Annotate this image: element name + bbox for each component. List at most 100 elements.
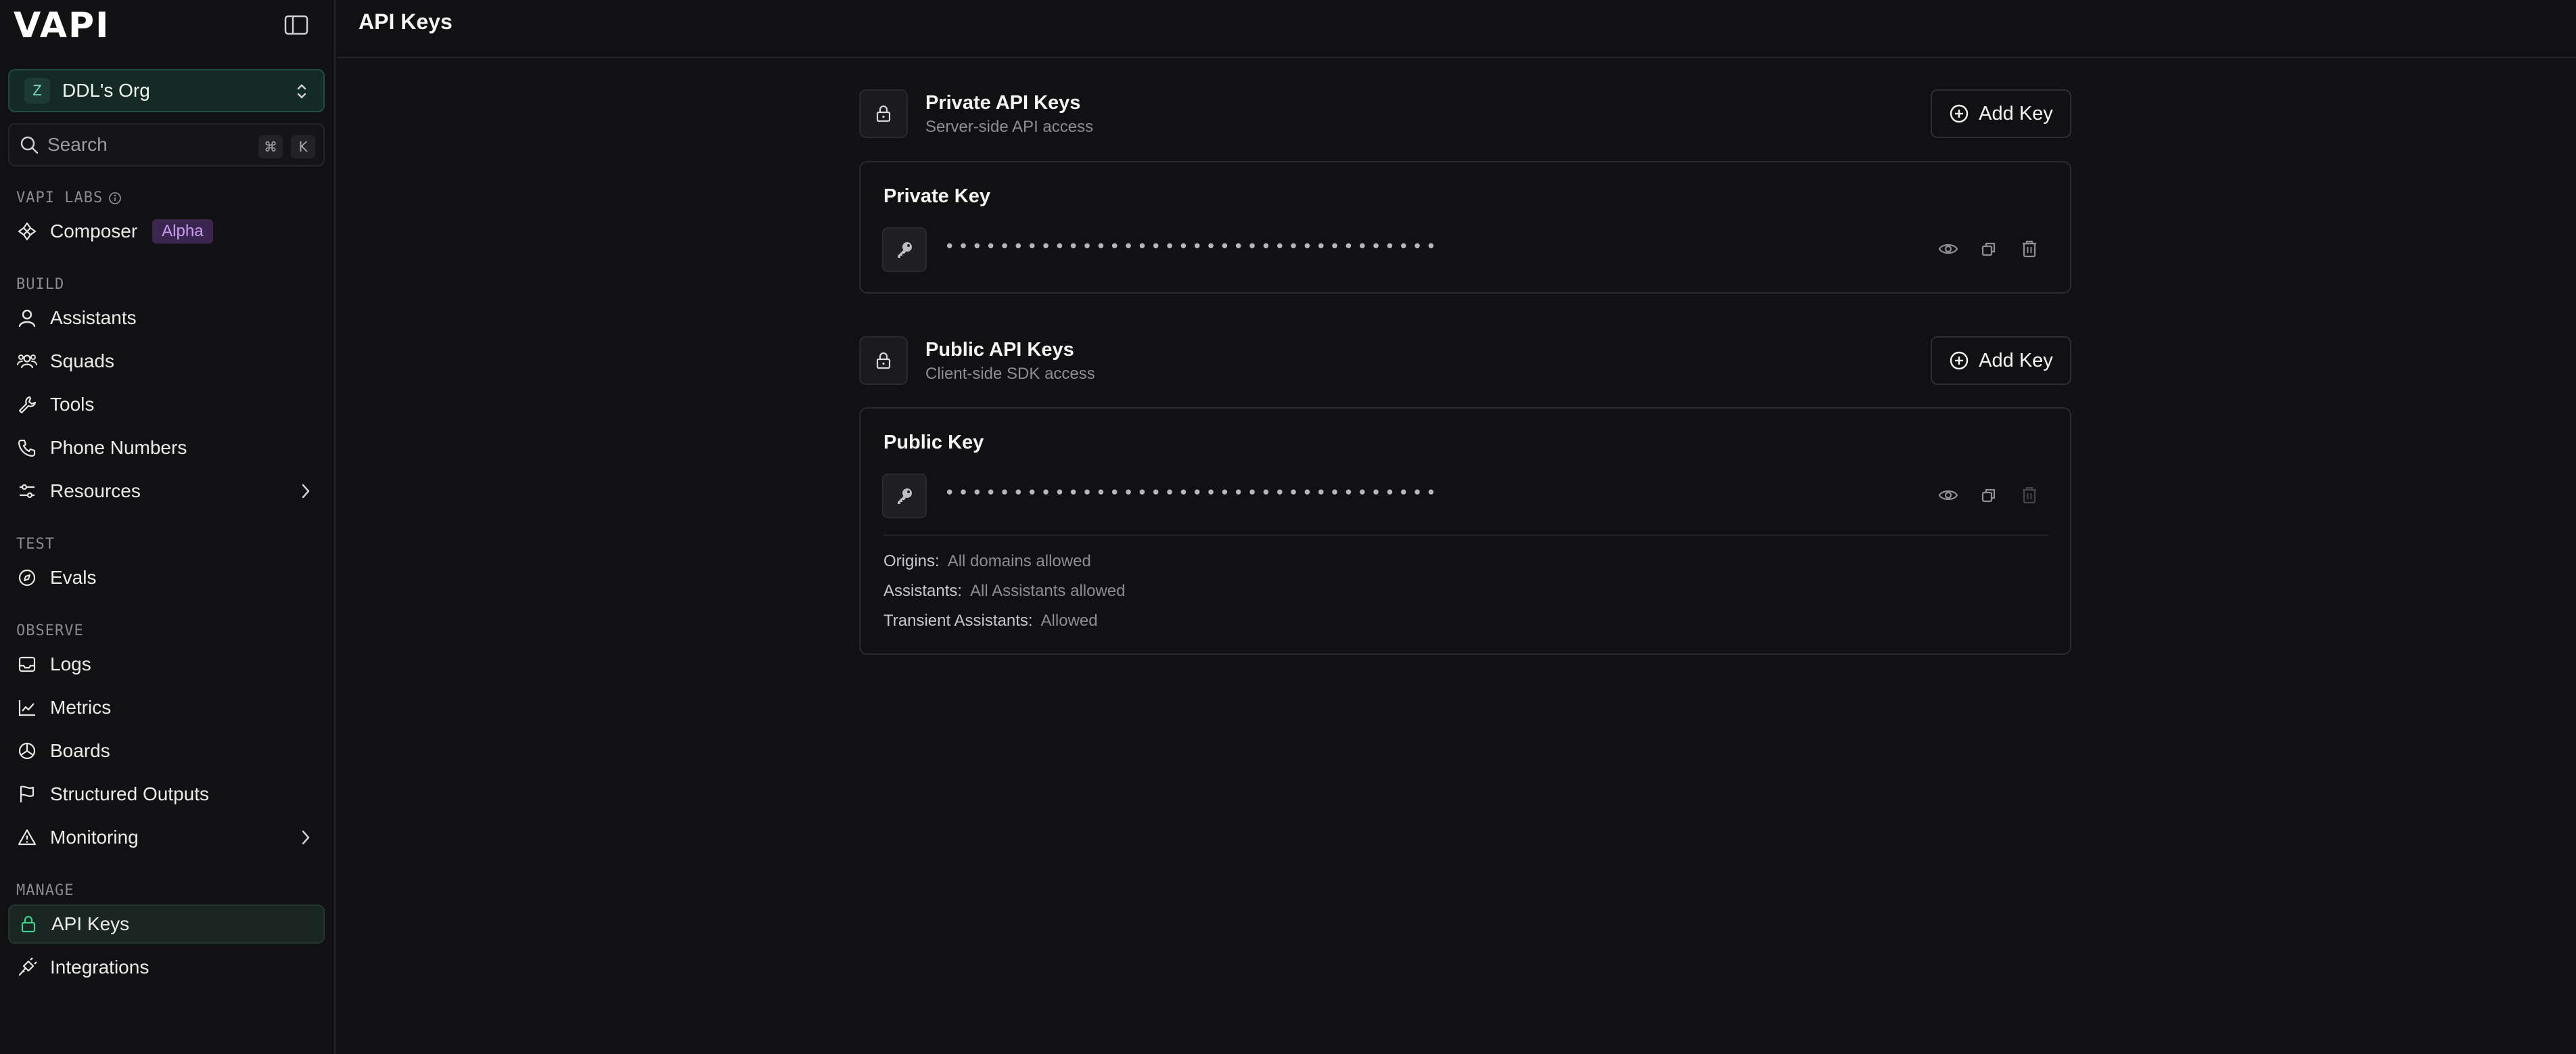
sidebar-item-label: Phone Numbers	[50, 437, 187, 458]
assistants-value: All Assistants allowed	[970, 582, 1126, 600]
copy-icon[interactable]	[1978, 484, 2000, 506]
chevron-up-down-icon	[295, 81, 308, 101]
inbox-icon	[16, 654, 38, 675]
section-subtitle: Server-side API access	[925, 118, 1094, 136]
sidebar-item-label: Resources	[50, 480, 141, 501]
wrench-icon	[16, 394, 38, 415]
key-icon	[882, 227, 927, 272]
sidebar-item-label: Assistants	[50, 307, 137, 328]
sidebar-item-monitoring[interactable]: Monitoring	[8, 818, 325, 857]
plus-circle-icon	[1950, 104, 1969, 123]
composer-icon	[16, 221, 38, 242]
key-actions	[1937, 238, 2040, 260]
search-input[interactable]	[47, 134, 250, 156]
section-label-test: TEST	[16, 536, 55, 553]
flag-icon	[16, 783, 38, 805]
sidebar-item-composer[interactable]: Composer Alpha	[8, 212, 325, 251]
section-label-observe: OBSERVE	[16, 622, 84, 639]
sidebar: VAPI Z DDL's Org ⌘ K VAPI LABS Composer	[0, 0, 336, 1054]
plug-icon	[16, 957, 38, 978]
private-key-card: Private Key ••••••••••••••••••••••••••••…	[859, 161, 2071, 294]
search-icon	[20, 136, 39, 154]
sliders-icon	[16, 480, 38, 502]
lock-icon	[18, 913, 39, 935]
compass-icon	[16, 567, 38, 589]
key-actions	[1937, 484, 2040, 506]
chevron-right-icon	[299, 828, 313, 852]
section-subtitle: Client-side SDK access	[925, 365, 1095, 383]
pie-chart-icon	[16, 740, 38, 762]
sidebar-item-label: Monitoring	[50, 827, 139, 848]
origins-value: All domains allowed	[947, 552, 1091, 570]
add-private-key-button[interactable]: Add Key	[1931, 89, 2071, 138]
private-keys-header: Private API Keys Server-side API access …	[859, 89, 2071, 141]
phone-icon	[16, 437, 38, 459]
sidebar-item-label: Logs	[50, 654, 91, 674]
sidebar-item-label: Composer	[50, 221, 138, 242]
sidebar-item-structured-outputs[interactable]: Structured Outputs	[8, 775, 325, 814]
add-public-key-button[interactable]: Add Key	[1931, 336, 2071, 385]
eye-icon[interactable]	[1937, 238, 1959, 260]
sidebar-item-integrations[interactable]: Integrations	[8, 948, 325, 987]
add-key-label: Add Key	[1979, 102, 2053, 124]
trash-icon[interactable]	[2019, 238, 2040, 260]
sidebar-item-label: Squads	[50, 350, 114, 371]
page-title: API Keys	[359, 9, 453, 34]
line-chart-icon	[16, 697, 38, 718]
sidebar-item-logs[interactable]: Logs	[8, 645, 325, 684]
org-name: DDL's Org	[62, 80, 150, 101]
org-selector[interactable]: Z DDL's Org	[8, 69, 325, 112]
add-key-label: Add Key	[1979, 349, 2053, 371]
section-label-text: VAPI LABS	[16, 189, 104, 206]
public-key-card: Public Key •••••••••••••••••••••••••••••…	[859, 407, 2071, 655]
section-label-build: BUILD	[16, 276, 65, 293]
lock-icon	[859, 89, 908, 138]
sidebar-item-tools[interactable]: Tools	[8, 385, 325, 424]
plus-circle-icon	[1950, 351, 1969, 370]
sidebar-item-boards[interactable]: Boards	[8, 731, 325, 771]
origins-row: Origins: All domains allowed	[883, 552, 1091, 571]
key-title: Public Key	[883, 432, 984, 453]
vapi-logo[interactable]: VAPI	[14, 8, 110, 43]
sidebar-item-label: Tools	[50, 394, 95, 415]
origins-label: Origins:	[883, 552, 940, 570]
info-icon[interactable]	[108, 191, 122, 205]
sidebar-item-api-keys[interactable]: API Keys	[8, 904, 325, 944]
section-label-vapi-labs: VAPI LABS	[16, 189, 122, 206]
sidebar-item-label: Structured Outputs	[50, 783, 210, 804]
users-group-icon	[16, 350, 38, 372]
section-title: Private API Keys	[925, 92, 1081, 114]
sidebar-item-evals[interactable]: Evals	[8, 558, 325, 597]
transient-value: Allowed	[1040, 612, 1098, 630]
app-window: VAPI Z DDL's Org ⌘ K VAPI LABS Composer	[0, 0, 2576, 1054]
sidebar-toggle-icon[interactable]	[284, 15, 308, 35]
key-title: Private Key	[883, 185, 990, 207]
masked-key-value: ••••••••••••••••••••••••••••••••••••	[944, 237, 1440, 257]
sidebar-item-resources[interactable]: Resources	[8, 472, 325, 511]
assistants-row: Assistants: All Assistants allowed	[883, 582, 1126, 601]
sidebar-item-label: Boards	[50, 740, 110, 761]
assistants-label: Assistants:	[883, 582, 963, 600]
shortcut-k-key: K	[291, 135, 315, 158]
key-icon	[882, 474, 927, 518]
sidebar-item-squads[interactable]: Squads	[8, 342, 325, 381]
alpha-badge: Alpha	[152, 219, 213, 244]
masked-key-value: ••••••••••••••••••••••••••••••••••••	[944, 483, 1440, 503]
sidebar-item-label: Integrations	[50, 957, 150, 978]
warning-triangle-icon	[16, 827, 38, 848]
sidebar-item-label: API Keys	[51, 913, 130, 934]
lock-icon	[859, 336, 908, 385]
divider	[883, 534, 2048, 536]
search-box[interactable]: ⌘ K	[8, 123, 325, 166]
transient-label: Transient Assistants:	[883, 612, 1033, 630]
eye-icon[interactable]	[1937, 484, 1959, 506]
sidebar-item-label: Metrics	[50, 697, 112, 718]
copy-icon[interactable]	[1978, 238, 2000, 260]
transient-assistants-row: Transient Assistants: Allowed	[883, 612, 1098, 631]
sidebar-item-assistants[interactable]: Assistants	[8, 298, 325, 338]
public-keys-header: Public API Keys Client-side SDK access A…	[859, 336, 2071, 388]
sidebar-item-metrics[interactable]: Metrics	[8, 688, 325, 727]
chevron-right-icon	[299, 482, 313, 505]
org-avatar: Z	[24, 78, 50, 104]
sidebar-item-phone-numbers[interactable]: Phone Numbers	[8, 428, 325, 467]
